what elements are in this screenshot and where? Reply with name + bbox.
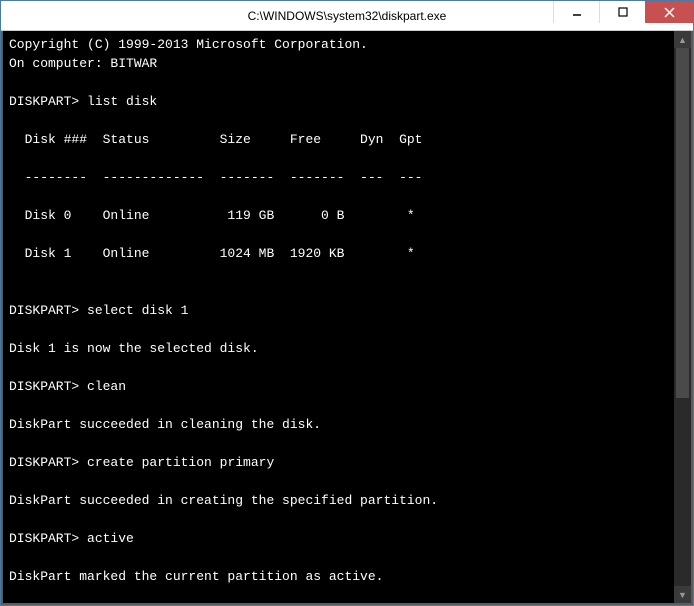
- minimize-button[interactable]: [553, 1, 599, 23]
- prompt: DISKPART>: [9, 455, 87, 470]
- window-controls: [553, 1, 693, 30]
- command-input: select disk 1: [87, 303, 188, 318]
- maximize-button[interactable]: [599, 1, 645, 23]
- prompt-row: DISKPART> clean: [9, 377, 668, 396]
- scrollbar-thumb[interactable]: [676, 48, 689, 398]
- close-icon: [664, 7, 675, 18]
- command-input: list disk: [87, 94, 157, 109]
- scrollbar-up-arrow[interactable]: ▲: [674, 31, 691, 48]
- scrollbar[interactable]: ▲ ▼: [674, 31, 691, 603]
- computer-line: On computer: BITWAR: [9, 56, 157, 71]
- close-button[interactable]: [645, 1, 693, 23]
- output-message: DiskPart succeeded in cleaning the disk.: [9, 417, 321, 432]
- output-message: DiskPart marked the current partition as…: [9, 569, 383, 584]
- table-header: Disk ### Status Size Free Dyn Gpt: [9, 130, 668, 149]
- prompt: DISKPART>: [9, 303, 87, 318]
- app-window: C:\WINDOWS\system32\diskpart.exe Copyrig…: [0, 0, 694, 606]
- table-separator: -------- ------------- ------- ------- -…: [9, 168, 668, 187]
- prompt-row: DISKPART> select disk 1: [9, 301, 668, 320]
- prompt-row: DISKPART> active: [9, 529, 668, 548]
- table-row: Disk 1 Online 1024 MB 1920 KB *: [9, 244, 668, 263]
- output-message: DiskPart succeeded in creating the speci…: [9, 493, 438, 508]
- prompt: DISKPART>: [9, 531, 87, 546]
- output-message: Disk 1 is now the selected disk.: [9, 341, 259, 356]
- command-input: create partition primary: [87, 455, 274, 470]
- command-input: clean: [87, 379, 126, 394]
- terminal-output[interactable]: Copyright (C) 1999-2013 Microsoft Corpor…: [3, 31, 674, 603]
- maximize-icon: [618, 7, 628, 17]
- table-row: Disk 0 Online 119 GB 0 B *: [9, 206, 668, 225]
- scrollbar-down-arrow[interactable]: ▼: [674, 586, 691, 603]
- prompt: DISKPART>: [9, 94, 87, 109]
- prompt: DISKPART>: [9, 379, 87, 394]
- minimize-icon: [572, 7, 582, 17]
- copyright-line: Copyright (C) 1999-2013 Microsoft Corpor…: [9, 37, 368, 52]
- prompt-row: DISKPART> list disk: [9, 92, 668, 111]
- titlebar[interactable]: C:\WINDOWS\system32\diskpart.exe: [1, 1, 693, 31]
- prompt-row: DISKPART> create partition primary: [9, 453, 668, 472]
- command-input: active: [87, 531, 134, 546]
- terminal-wrapper: Copyright (C) 1999-2013 Microsoft Corpor…: [1, 31, 693, 605]
